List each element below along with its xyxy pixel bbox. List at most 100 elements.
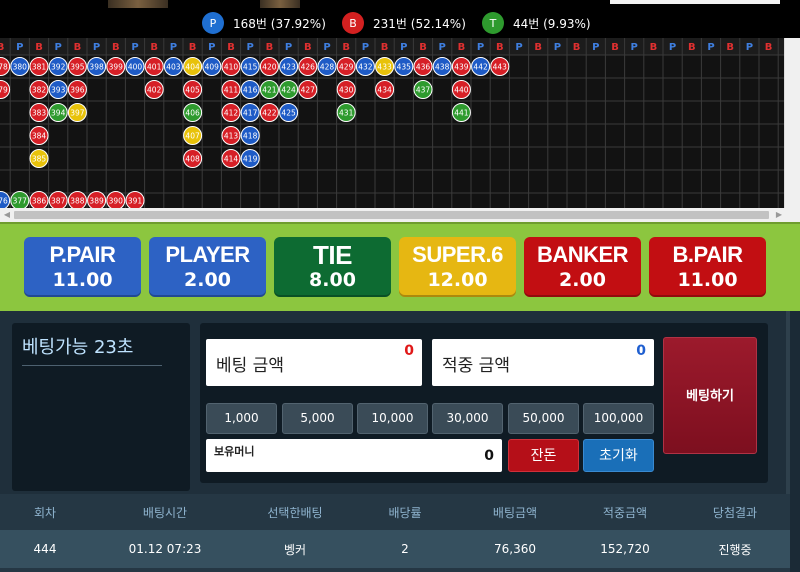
- place-bet-button[interactable]: 베팅하기: [663, 337, 757, 454]
- bet-name: B.PAIR: [672, 242, 743, 267]
- road-bead: 410: [221, 57, 241, 76]
- bet-odds: 11.00: [677, 269, 738, 291]
- svg-text:398: 398: [89, 63, 104, 72]
- svg-text:407: 407: [185, 132, 200, 141]
- win-amount-value: 0: [636, 343, 646, 359]
- svg-text:378: 378: [0, 63, 8, 72]
- scroll-thumb[interactable]: [14, 211, 769, 219]
- bet-super6-button[interactable]: SUPER.6 12.00: [399, 237, 516, 297]
- road-header-letter: B: [534, 42, 542, 53]
- road-header-letter: P: [93, 42, 100, 53]
- svg-text:435: 435: [397, 63, 412, 72]
- change-button[interactable]: 잔돈: [508, 439, 579, 472]
- svg-text:423: 423: [281, 63, 296, 72]
- road-bead: 399: [106, 57, 126, 76]
- road-bead: 425: [279, 103, 299, 122]
- scroll-right-icon[interactable]: ▶: [774, 210, 784, 220]
- road-header-letter: P: [707, 42, 714, 53]
- bet-odds: 8.00: [309, 269, 356, 291]
- road-bead: 407: [183, 126, 203, 145]
- road-bead: 404: [183, 57, 203, 76]
- road-bead: 408: [183, 149, 203, 168]
- road-header-letter: B: [688, 42, 696, 53]
- road-bead: 424: [279, 80, 299, 99]
- road-header-letter: B: [419, 42, 427, 53]
- bet-player-button[interactable]: PLAYER 2.00: [149, 237, 266, 297]
- road-header-letter: B: [189, 42, 197, 53]
- road-header-letter: P: [323, 42, 330, 53]
- road-bead: 433: [375, 57, 395, 76]
- road-bead: 418: [240, 126, 260, 145]
- road-bead: 420: [259, 57, 279, 76]
- history-header: 회차 배팅시간 선택한배팅 배당률 배팅금액 적중금액 당첨결과: [0, 494, 790, 530]
- road-bead: 435: [394, 57, 414, 76]
- road-bead: 386: [29, 191, 49, 208]
- road-bead: 422: [259, 103, 279, 122]
- bet-banker-button[interactable]: BANKER 2.00: [524, 237, 641, 297]
- road-header-letter: P: [400, 42, 407, 53]
- road-bead: 434: [375, 80, 395, 99]
- road-bead: 429: [336, 57, 356, 76]
- bet-odds: 2.00: [559, 269, 606, 291]
- road-bead: 428: [317, 57, 337, 76]
- svg-text:397: 397: [70, 109, 85, 118]
- road-vertical-scrollbar[interactable]: [784, 38, 800, 208]
- road-bead: 395: [67, 57, 87, 76]
- road-horizontal-scrollbar[interactable]: ◀ ▶: [0, 208, 800, 222]
- road-bead: 411: [221, 80, 241, 99]
- bet-odds: 2.00: [184, 269, 231, 291]
- svg-text:404: 404: [185, 63, 200, 72]
- road-header-letter: B: [35, 42, 43, 53]
- banker-stat: B 231번 (52.14%): [342, 8, 466, 38]
- road-bead: 415: [240, 57, 260, 76]
- road-bead: 421: [259, 80, 279, 99]
- svg-text:392: 392: [51, 63, 66, 72]
- svg-text:377: 377: [13, 197, 28, 206]
- road-bead: 392: [48, 57, 68, 76]
- road-bead: 387: [48, 191, 68, 208]
- chip-1000-button[interactable]: 1,000: [206, 403, 277, 434]
- road-bead: 414: [221, 149, 241, 168]
- road-bead: 441: [451, 103, 471, 122]
- svg-text:415: 415: [243, 63, 258, 72]
- bet-bpair-button[interactable]: B.PAIR 11.00: [649, 237, 766, 297]
- road-header-letter: P: [554, 42, 561, 53]
- svg-text:428: 428: [320, 63, 335, 72]
- road-bead: 394: [48, 103, 68, 122]
- road-bead: 400: [125, 57, 145, 76]
- row-result: 진행중: [718, 542, 752, 557]
- road-header-letter: P: [247, 42, 254, 53]
- chip-30000-button[interactable]: 30,000: [432, 403, 503, 434]
- road-bead: 401: [144, 57, 164, 76]
- svg-text:396: 396: [70, 86, 85, 95]
- chip-5000-button[interactable]: 5,000: [282, 403, 353, 434]
- road-header-letter: B: [266, 42, 274, 53]
- svg-text:414: 414: [224, 155, 239, 164]
- bet-options-bar: P.PAIR 11.00 PLAYER 2.00 TIE 8.00 SUPER.…: [0, 222, 800, 311]
- road-bead: 427: [298, 80, 318, 99]
- road-header-letter: B: [342, 42, 350, 53]
- chip-50000-button[interactable]: 50,000: [508, 403, 579, 434]
- road-header-letter: P: [55, 42, 62, 53]
- svg-text:386: 386: [32, 197, 47, 206]
- svg-text:420: 420: [262, 63, 277, 72]
- chip-100000-button[interactable]: 100,000: [583, 403, 654, 434]
- svg-text:389: 389: [89, 197, 104, 206]
- road-header-letter: B: [573, 42, 581, 53]
- chip-10000-button[interactable]: 10,000: [357, 403, 428, 434]
- tie-stat-text: 44번 (9.93%): [513, 16, 591, 31]
- road-bead: 413: [221, 126, 241, 145]
- road-bead: 382: [29, 80, 49, 99]
- svg-text:400: 400: [128, 63, 143, 72]
- road-bead: 436: [413, 57, 433, 76]
- scroll-left-icon[interactable]: ◀: [2, 210, 12, 220]
- bet-ppair-button[interactable]: P.PAIR 11.00: [24, 237, 141, 297]
- road-bead: 402: [144, 80, 164, 99]
- svg-text:401: 401: [147, 63, 162, 72]
- row-selected-bet: 벵커: [283, 542, 307, 557]
- bet-tie-button[interactable]: TIE 8.00: [274, 237, 391, 297]
- reset-button[interactable]: 초기화: [583, 439, 654, 472]
- svg-text:436: 436: [416, 63, 431, 72]
- road-bead: 442: [471, 57, 491, 76]
- player-dot-icon: P: [202, 12, 224, 34]
